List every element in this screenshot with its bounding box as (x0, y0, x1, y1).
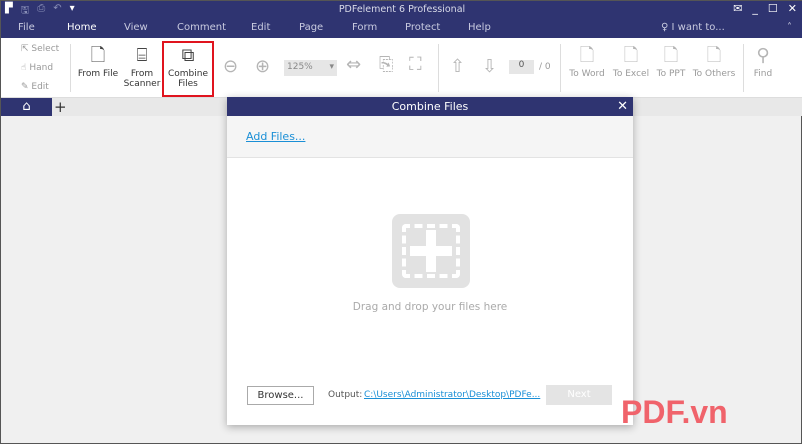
collapse-ribbon-icon[interactable]: ˄ (787, 22, 792, 33)
to-excel-button[interactable]: 🗋 To Excel (611, 45, 651, 79)
menu-page[interactable]: Page (299, 22, 323, 33)
next-page-button[interactable]: ⇩ (482, 56, 497, 80)
ribbon-toolbar: ⇱ Select ☝ Hand ✎ Edit 🗋 From File ⌸ From S… (1, 38, 802, 98)
zoom-out-button[interactable]: ⊖ (223, 56, 238, 80)
to-word-label: To Word (569, 69, 605, 79)
add-files-area: Add Files... (227, 116, 633, 158)
search-icon: ⚲ (756, 45, 770, 66)
minimize-button[interactable]: _ (752, 2, 758, 15)
divider (438, 44, 439, 92)
select-label: Select (31, 44, 60, 54)
rotate-button[interactable]: ⎘ (379, 54, 393, 78)
menu-edit[interactable]: Edit (251, 22, 270, 33)
page-move-icon: ⎘ (379, 54, 394, 75)
from-scanner-label: From (130, 69, 154, 79)
ppt-file-icon: 🗋 (663, 45, 679, 66)
prev-page-button[interactable]: ⇧ (450, 56, 465, 80)
menu-file[interactable]: File (18, 22, 35, 33)
menu-bar: File Home View Comment Edit Page Form Pr… (1, 19, 802, 38)
output-path-link[interactable]: C:\Users\Administrator\Desktop\PDFe... (364, 390, 540, 400)
word-file-icon: 🗋 (579, 45, 595, 66)
menu-comment[interactable]: Comment (177, 22, 226, 33)
menu-protect[interactable]: Protect (405, 22, 440, 33)
watermark: PDF.vn (621, 394, 728, 430)
dialog-title: Combine Files (391, 100, 469, 113)
zoom-in-icon: ⊕ (255, 56, 271, 77)
mail-icon[interactable]: ✉ (733, 2, 742, 15)
edit-tool[interactable]: ✎ Edit (21, 82, 49, 92)
file-plus-icon: 🗋 (90, 45, 106, 66)
edit-label: Edit (31, 82, 49, 92)
new-tab-button[interactable]: + (54, 98, 67, 116)
arrow-up-circle-icon: ⇧ (450, 56, 466, 77)
hand-tool[interactable]: ☝ Hand (21, 63, 53, 73)
lightbulb-icon: ♀ (661, 22, 669, 33)
menu-form[interactable]: Form (352, 22, 377, 33)
window-title: PDFelement 6 Professional (338, 4, 466, 15)
from-scanner-label-2: Scanner (123, 79, 161, 89)
divider (70, 44, 71, 92)
select-tool[interactable]: ⇱ Select (21, 44, 59, 54)
to-ppt-label: To PPT (656, 69, 686, 79)
to-word-button[interactable]: 🗋 To Word (567, 45, 607, 79)
menu-help[interactable]: Help (468, 22, 491, 33)
i-want-to-search[interactable]: ♀ I want to... (661, 22, 725, 33)
hand-label: Hand (29, 63, 54, 73)
page-total: / 0 (539, 62, 551, 72)
dialog-header: Combine Files ✕ (227, 97, 633, 116)
other-file-icon: 🗋 (706, 45, 722, 66)
from-file-button[interactable]: 🗋 From File (77, 45, 119, 79)
scanner-icon: ⌸ (136, 45, 148, 66)
zoom-select[interactable]: 125% ▾ (284, 60, 337, 76)
zoom-in-button[interactable]: ⊕ (255, 56, 270, 80)
next-button[interactable]: Next (546, 385, 612, 405)
find-button[interactable]: ⚲ Find (751, 45, 775, 79)
find-label: Find (753, 69, 773, 79)
excel-file-icon: 🗋 (623, 45, 639, 66)
fit-width-icon: ⇔ (346, 54, 362, 75)
menu-view[interactable]: View (124, 22, 148, 33)
arrow-down-circle-icon: ⇩ (482, 56, 498, 77)
maximize-button[interactable]: ☐ (768, 2, 778, 15)
add-files-link[interactable]: Add Files... (246, 130, 305, 143)
fit-width-button[interactable]: ⇔ (346, 54, 361, 78)
browse-button[interactable]: Browse... (247, 386, 314, 405)
page-number-input[interactable]: 0 (509, 60, 534, 74)
divider (743, 44, 744, 92)
dialog-close-button[interactable]: ✕ (617, 97, 628, 116)
from-file-label: From File (77, 69, 119, 79)
drop-zone-text: Drag and drop your files here (352, 301, 508, 313)
to-others-button[interactable]: 🗋 To Others (692, 45, 736, 79)
output-label: Output: (328, 390, 363, 400)
menu-home[interactable]: Home (67, 22, 97, 33)
title-bar: ▛ 🖫 ⎙ ↶ ▾ PDFelement 6 Professional ✉ _ ☐ ✕ (1, 1, 802, 19)
chevron-down-icon: ▾ (329, 62, 334, 72)
drop-zone-plus-icon[interactable] (392, 214, 470, 288)
to-ppt-button[interactable]: 🗋 To PPT (654, 45, 688, 79)
zoom-out-icon: ⊖ (223, 56, 239, 77)
close-button[interactable]: ✕ (788, 2, 797, 15)
home-icon: ⌂ (22, 99, 31, 114)
i-want-to-label: I want to... (671, 22, 725, 33)
divider (560, 44, 561, 92)
combine-files-highlight (162, 41, 214, 97)
to-excel-label: To Excel (612, 69, 650, 79)
to-others-label: To Others (692, 69, 736, 79)
from-scanner-button[interactable]: ⌸ From Scanner (122, 45, 162, 89)
fullscreen-button[interactable]: ⛶ (409, 54, 422, 78)
zoom-value: 125% (287, 62, 313, 72)
combine-files-dialog: Combine Files ✕ Add Files... Drag and dr… (227, 97, 633, 425)
monitor-icon: ⛶ (409, 54, 422, 75)
home-tab[interactable]: ⌂ (1, 98, 52, 116)
